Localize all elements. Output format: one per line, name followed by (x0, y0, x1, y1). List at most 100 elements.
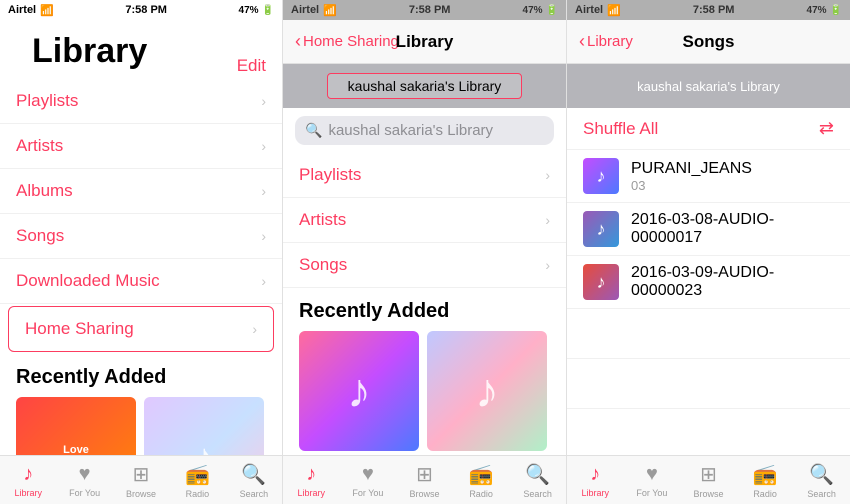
radio-icon-2: 📻 (469, 462, 494, 487)
tab-library-2[interactable]: ♪ Library (283, 463, 340, 498)
search-icon-1: 🔍 (241, 462, 266, 487)
status-bar-1: Airtel 📶 7:58 PM 47% 🔋 (0, 0, 282, 20)
foryou-icon-3: ♥ (646, 463, 658, 486)
foryou-icon-2: ♥ (362, 463, 374, 486)
tab-search-2[interactable]: 🔍 Search (509, 462, 566, 499)
nav-item-artists[interactable]: Artists › (0, 124, 282, 169)
p2-nav-songs[interactable]: Songs › (283, 243, 566, 288)
song-title-2: 2016-03-08-AUDIO-00000017 (631, 211, 834, 247)
p2-songs-label: Songs (299, 255, 347, 275)
search-tab-label-2: Search (523, 489, 552, 499)
note-icon-classical: ♪ (475, 364, 499, 419)
song-row-empty-1 (567, 309, 850, 359)
shuffle-row[interactable]: Shuffle All ⇄ (567, 108, 850, 150)
tab-foryou-1[interactable]: ♥ For You (56, 463, 112, 498)
nav-title-2: Library (396, 32, 454, 52)
tab-foryou-2[interactable]: ♥ For You (340, 463, 397, 498)
browse-tab-label-2: Browse (409, 489, 439, 499)
browse-icon-2: ⊞ (416, 462, 433, 487)
album-classical[interactable]: ♪ Classical Music Playlist (427, 331, 547, 455)
p2-chevron-songs: › (545, 257, 550, 273)
time-3: 7:58 PM (693, 4, 735, 16)
status-left-2: Airtel 📶 (291, 4, 337, 17)
album-art-90s: ♪ (299, 331, 419, 451)
status-right-3: 47% 🔋 (807, 5, 842, 16)
radio-icon-3: 📻 (753, 462, 778, 487)
p2-nav-artists[interactable]: Artists › (283, 198, 566, 243)
tab-radio-2[interactable]: 📻 Radio (453, 462, 510, 499)
radio-icon-1: 📻 (185, 462, 210, 487)
browse-tab-label-3: Browse (693, 489, 723, 499)
library-header-bar-2: kaushal sakaria's Library (283, 64, 566, 108)
song-row-1[interactable]: ♪ PURANI_JEANS 03 (567, 150, 850, 203)
back-button-3[interactable]: ‹ Library (579, 31, 633, 52)
browse-icon-1: ⊞ (133, 462, 150, 487)
tab-radio-3[interactable]: 📻 Radio (737, 462, 794, 499)
album-90s[interactable]: ♪ 90s Music Playlist (299, 331, 419, 455)
tab-browse-1[interactable]: ⊞ Browse (113, 462, 169, 499)
foryou-tab-label-3: For You (636, 488, 667, 498)
tab-browse-3[interactable]: ⊞ Browse (680, 462, 737, 499)
p2-nav-playlists[interactable]: Playlists › (283, 153, 566, 198)
search-icon-bar-2: 🔍 (305, 122, 322, 139)
note-icon-90s: ♪ (347, 364, 371, 419)
radio-tab-label-3: Radio (753, 489, 777, 499)
song-note-1: ♪ (597, 166, 606, 187)
library-tab-label-2: Library (298, 488, 326, 498)
wifi-icon-2: 📶 (323, 4, 337, 17)
browse-tab-label-1: Browse (126, 489, 156, 499)
album-art-classical: ♪ (427, 331, 547, 451)
song-note-3: ♪ (597, 272, 606, 293)
back-label-3: Library (587, 33, 633, 50)
search-icon-3: 🔍 (809, 462, 834, 487)
library-title: Library (16, 28, 163, 79)
song-info-1: PURANI_JEANS 03 (631, 160, 834, 193)
battery-1: 47% (239, 5, 259, 16)
nav-item-playlists[interactable]: Playlists › (0, 79, 282, 124)
chevron-back-2: ‹ (295, 31, 301, 52)
back-button-2[interactable]: ‹ Home Sharing (295, 31, 399, 52)
song-note-2: ♪ (597, 219, 606, 240)
song-row-3[interactable]: ♪ 2016-03-09-AUDIO-00000023 (567, 256, 850, 309)
song-info-3: 2016-03-09-AUDIO-00000023 (631, 264, 834, 300)
nav-item-albums[interactable]: Albums › (0, 169, 282, 214)
tab-radio-1[interactable]: 📻 Radio (169, 462, 225, 499)
nav-item-downloaded[interactable]: Downloaded Music › (0, 259, 282, 304)
tab-search-1[interactable]: 🔍 Search (226, 462, 282, 499)
songs-list: ♪ PURANI_JEANS 03 ♪ 2016-03-08-AUDIO-000… (567, 150, 850, 455)
carrier-2: Airtel (291, 4, 319, 16)
tab-library-3[interactable]: ♪ Library (567, 463, 624, 498)
tab-bar-3: ♪ Library ♥ For You ⊞ Browse 📻 Radio 🔍 S… (567, 455, 850, 504)
tab-library-1[interactable]: ♪ Library (0, 463, 56, 498)
p3-header: kaushal sakaria's Library (567, 64, 850, 108)
search-tab-label-3: Search (807, 489, 836, 499)
song-row-2[interactable]: ♪ 2016-03-08-AUDIO-00000017 (567, 203, 850, 256)
carrier-1: Airtel (8, 4, 36, 16)
battery-icon-1: 🔋 (262, 5, 274, 16)
nav-item-songs[interactable]: Songs › (0, 214, 282, 259)
status-left-1: Airtel 📶 (8, 4, 54, 17)
chevron-songs: › (261, 228, 266, 244)
chevron-back-3: ‹ (579, 31, 585, 52)
time-1: 7:58 PM (125, 4, 167, 16)
tab-search-3[interactable]: 🔍 Search (793, 462, 850, 499)
p2-artists-label: Artists (299, 210, 346, 230)
playlists-label: Playlists (16, 91, 78, 111)
tab-bar-2: ♪ Library ♥ For You ⊞ Browse 📻 Radio 🔍 S… (283, 455, 566, 504)
album-card-love[interactable]: Loveis Life (16, 397, 136, 455)
search-icon-2: 🔍 (525, 462, 550, 487)
nav-item-home-sharing[interactable]: Home Sharing › (8, 306, 274, 352)
album-card-2[interactable]: ♪ (144, 397, 264, 455)
tab-browse-2[interactable]: ⊞ Browse (396, 462, 453, 499)
chevron-downloaded: › (261, 273, 266, 289)
library-tab-label-3: Library (582, 488, 610, 498)
search-bar-2[interactable]: 🔍 kaushal sakaria's Library (295, 116, 554, 145)
tab-foryou-3[interactable]: ♥ For You (624, 463, 681, 498)
nav-bar-3: ‹ Library Songs (567, 20, 850, 64)
album2-note-icon: ♪ (195, 436, 213, 455)
love-album-art: Loveis Life (16, 397, 136, 455)
recently-added-row-1: Loveis Life ♪ (0, 397, 282, 455)
nav-title-3: Songs (683, 32, 735, 52)
edit-button[interactable]: Edit (237, 56, 266, 76)
status-left-3: Airtel 📶 (575, 4, 621, 17)
